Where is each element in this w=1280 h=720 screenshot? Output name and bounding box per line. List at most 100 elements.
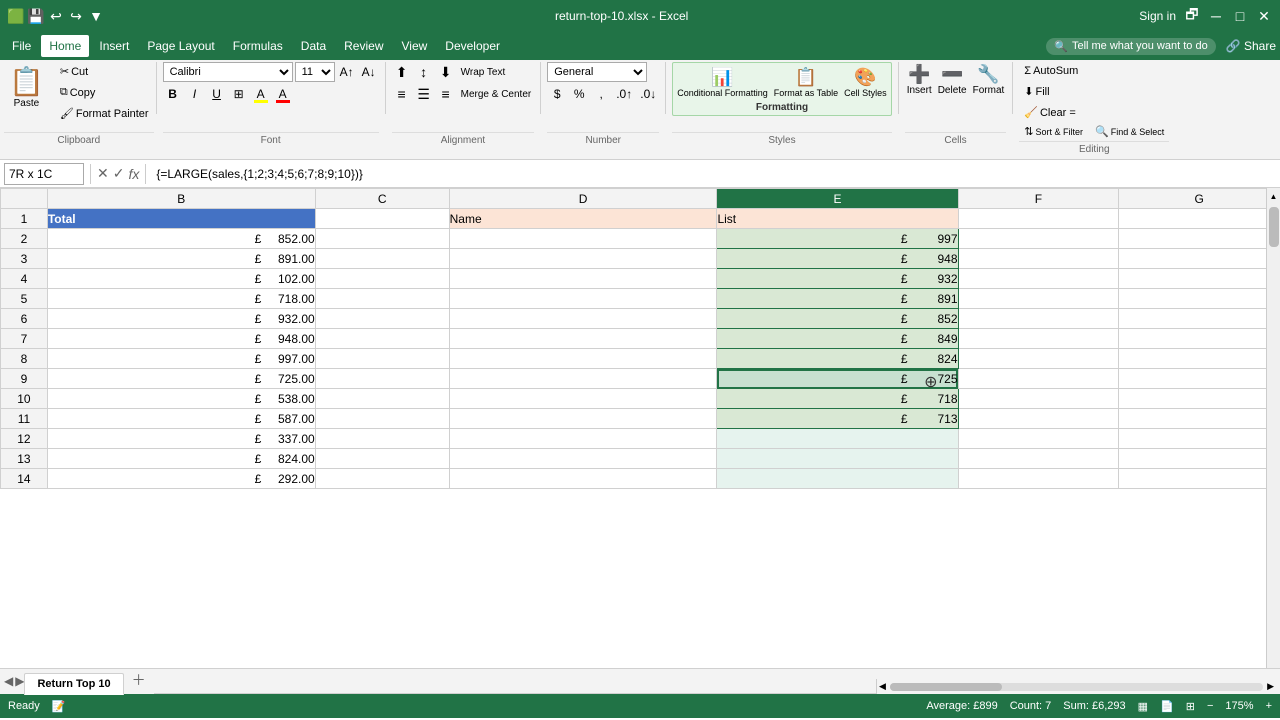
status-layout-page-break[interactable]: ⊞	[1186, 700, 1195, 713]
add-sheet-button[interactable]: ＋	[124, 666, 154, 694]
row-header-6[interactable]: 6	[1, 309, 48, 329]
restore-icon[interactable]: 🗗	[1184, 8, 1200, 24]
cell-c4[interactable]	[315, 269, 449, 289]
align-middle-button[interactable]: ↕	[414, 62, 434, 82]
scroll-right-tab-icon[interactable]: ▶	[15, 674, 24, 688]
cell-f1[interactable]	[958, 209, 1119, 229]
cell-d12[interactable]	[449, 429, 717, 449]
cell-f4[interactable]	[958, 269, 1119, 289]
col-header-f[interactable]: F	[958, 189, 1119, 209]
cell-g13[interactable]	[1119, 449, 1280, 469]
cell-f13[interactable]	[958, 449, 1119, 469]
menu-formulas[interactable]: Formulas	[225, 35, 291, 57]
cell-c5[interactable]	[315, 289, 449, 309]
hscroll-right-arrow[interactable]: ▶	[1265, 679, 1276, 694]
currency-button[interactable]: $	[547, 84, 567, 104]
menu-developer[interactable]: Developer	[437, 35, 508, 57]
row-header-13[interactable]: 13	[1, 449, 48, 469]
row-header-10[interactable]: 10	[1, 389, 48, 409]
align-center-button[interactable]: ☰	[414, 84, 434, 104]
cell-c1[interactable]	[315, 209, 449, 229]
font-color-button[interactable]: A	[273, 84, 293, 104]
clear-button[interactable]: 🧹 Clear =	[1019, 103, 1080, 122]
cell-d5[interactable]	[449, 289, 717, 309]
cell-e12[interactable]	[717, 429, 958, 449]
number-format-select[interactable]: General	[547, 62, 647, 82]
cell-f7[interactable]	[958, 329, 1119, 349]
cell-g12[interactable]	[1119, 429, 1280, 449]
col-header-g[interactable]: G	[1119, 189, 1280, 209]
search-bar[interactable]: 🔍 Tell me what you want to do	[1046, 38, 1215, 55]
cell-f5[interactable]	[958, 289, 1119, 309]
sort-filter-button[interactable]: ⇅ Sort & Filter	[1019, 122, 1088, 141]
cell-b7[interactable]: £ 948.00	[47, 329, 315, 349]
fill-color-button[interactable]: A	[251, 84, 271, 104]
minimize-icon[interactable]: ─	[1208, 8, 1224, 24]
align-left-button[interactable]: ≡	[392, 84, 412, 104]
cut-button[interactable]: ✂ Cut	[55, 62, 154, 81]
cell-f11[interactable]	[958, 409, 1119, 429]
cell-e10[interactable]: £ 718	[717, 389, 958, 409]
merge-center-button[interactable]: Merge & Center	[458, 84, 535, 104]
corner-cell[interactable]	[1, 189, 48, 209]
name-box[interactable]	[4, 163, 84, 185]
cell-g8[interactable]	[1119, 349, 1280, 369]
format-painter-button[interactable]: 🖌 Format Painter	[55, 104, 154, 123]
hscroll-left-arrow[interactable]: ◀	[877, 679, 888, 694]
signin-label[interactable]: Sign in	[1139, 9, 1176, 23]
cell-c9[interactable]	[315, 369, 449, 389]
cell-e7[interactable]: £ 849	[717, 329, 958, 349]
increase-decimal-button[interactable]: .0↑	[613, 84, 635, 104]
cell-c12[interactable]	[315, 429, 449, 449]
cell-e3[interactable]: £ 948	[717, 249, 958, 269]
cell-d8[interactable]	[449, 349, 717, 369]
cell-e13[interactable]	[717, 449, 958, 469]
col-header-c[interactable]: C	[315, 189, 449, 209]
fill-button[interactable]: ⬇ Fill	[1019, 82, 1054, 101]
find-select-button[interactable]: 🔍 Find & Select	[1090, 122, 1169, 141]
row-header-5[interactable]: 5	[1, 289, 48, 309]
customize-icon[interactable]: ▼	[88, 8, 104, 24]
cell-d13[interactable]	[449, 449, 717, 469]
cell-d11[interactable]	[449, 409, 717, 429]
save-icon[interactable]: 💾	[28, 8, 44, 24]
row-header-12[interactable]: 12	[1, 429, 48, 449]
scroll-up-arrow[interactable]: ▲	[1268, 190, 1280, 203]
cell-g14[interactable]	[1119, 469, 1280, 489]
row-header-11[interactable]: 11	[1, 409, 48, 429]
enter-icon[interactable]: ✓	[113, 165, 125, 182]
cell-g2[interactable]	[1119, 229, 1280, 249]
row-header-7[interactable]: 7	[1, 329, 48, 349]
cell-c13[interactable]	[315, 449, 449, 469]
sheet-tab-return-top-10[interactable]: Return Top 10	[24, 673, 123, 695]
font-face-select[interactable]: Calibri	[163, 62, 293, 82]
cell-d2[interactable]	[449, 229, 717, 249]
row-header-4[interactable]: 4	[1, 269, 48, 289]
hscroll-thumb[interactable]	[890, 683, 1263, 691]
cell-e1[interactable]: List	[717, 209, 958, 229]
wrap-text-button[interactable]: Wrap Text	[458, 62, 509, 82]
vertical-scrollbar[interactable]: ▲	[1266, 188, 1280, 668]
cell-f8[interactable]	[958, 349, 1119, 369]
row-header-1[interactable]: 1	[1, 209, 48, 229]
cell-f10[interactable]	[958, 389, 1119, 409]
cell-c11[interactable]	[315, 409, 449, 429]
cell-g4[interactable]	[1119, 269, 1280, 289]
italic-button[interactable]: I	[185, 84, 205, 104]
cell-d3[interactable]	[449, 249, 717, 269]
cell-c14[interactable]	[315, 469, 449, 489]
cell-g7[interactable]	[1119, 329, 1280, 349]
cell-styles-button[interactable]: 🎨 Cell Styles	[842, 65, 889, 100]
cell-e5[interactable]: £ 891	[717, 289, 958, 309]
conditional-formatting-button[interactable]: 📊 Conditional Formatting	[675, 65, 770, 100]
border-button[interactable]: ⊞	[229, 84, 249, 104]
decrease-font-button[interactable]: A↓	[359, 62, 379, 82]
cell-c8[interactable]	[315, 349, 449, 369]
cell-g3[interactable]	[1119, 249, 1280, 269]
cell-f2[interactable]	[958, 229, 1119, 249]
status-zoom-in[interactable]: +	[1266, 700, 1272, 712]
status-layout-page[interactable]: 📄	[1160, 700, 1174, 713]
menu-home[interactable]: Home	[41, 35, 89, 57]
cell-e8[interactable]: £ 824	[717, 349, 958, 369]
decrease-decimal-button[interactable]: .0↓	[637, 84, 659, 104]
